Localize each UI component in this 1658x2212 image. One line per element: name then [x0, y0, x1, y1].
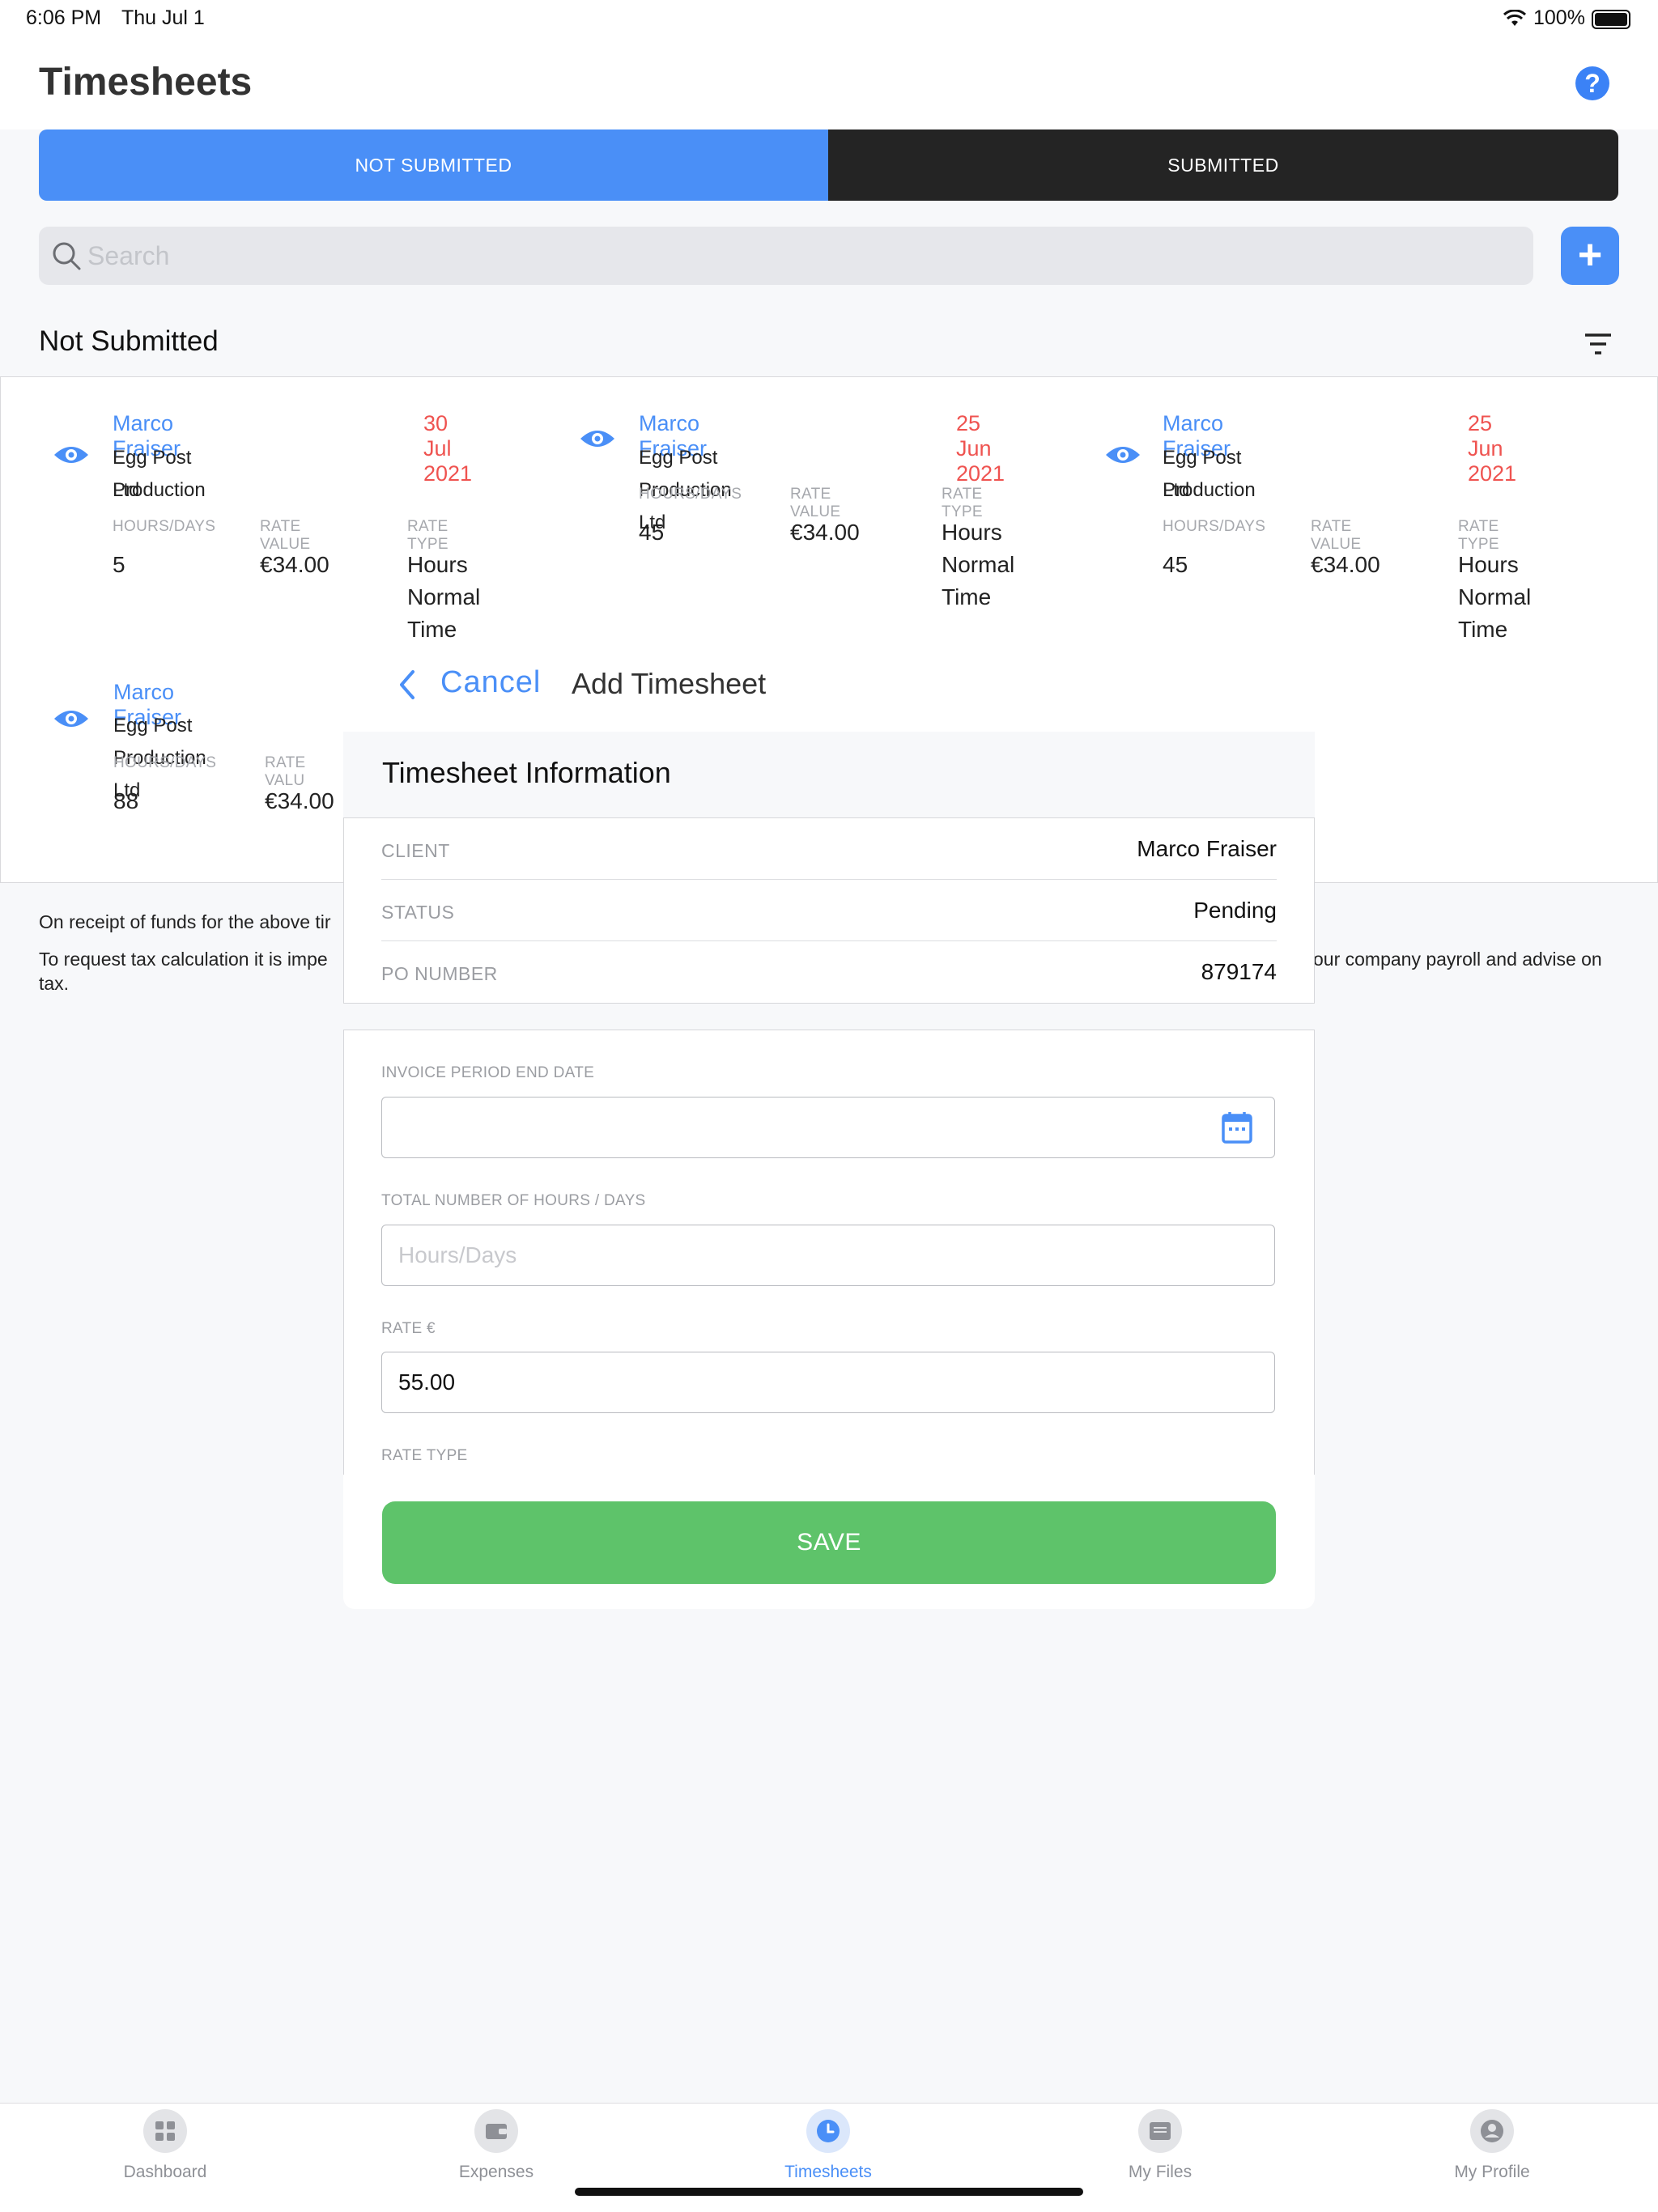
hours-label: HOURS/DAYS: [639, 486, 742, 503]
wifi-icon: [1503, 10, 1527, 26]
search-bar[interactable]: Search: [39, 227, 1533, 285]
rate-value: €34.00: [260, 552, 329, 577]
tab-timesheets[interactable]: Timesheets: [723, 2109, 933, 2182]
rate-type-value: Hours: [407, 552, 468, 577]
client-value: Marco Fraiser: [1137, 836, 1277, 861]
wallet-icon: [474, 2109, 518, 2153]
hours-label: HOURS/DAYS: [1163, 518, 1266, 535]
tab-label: Dashboard: [123, 2163, 207, 2181]
eye-icon[interactable]: [53, 707, 90, 730]
calendar-icon[interactable]: [1221, 1110, 1253, 1144]
invoice-date-label: INVOICE PERIOD END DATE: [381, 1064, 595, 1081]
battery-percent: 100%: [1533, 6, 1585, 29]
rate-value: €34.00: [265, 788, 334, 813]
info-row-po: PO NUMBER 879174: [381, 941, 1277, 1002]
po-value: 879174: [1201, 959, 1277, 984]
eye-icon[interactable]: [53, 444, 90, 466]
add-timesheet-button[interactable]: +: [1561, 227, 1619, 285]
rate-label: RATE €: [381, 1320, 436, 1337]
help-icon[interactable]: ?: [1575, 66, 1609, 100]
page-title: Timesheets: [39, 61, 253, 104]
hours-label: HOURS/DAYS: [113, 754, 217, 771]
hours-label: HOURS/DAYS: [113, 518, 216, 535]
timesheet-info-box: CLIENT Marco Fraiser STATUS Pending PO N…: [343, 817, 1315, 1004]
tab-submitted[interactable]: SUBMITTED: [828, 129, 1618, 201]
filter-icon[interactable]: [1584, 332, 1613, 356]
tab-my-profile[interactable]: My Profile: [1387, 2109, 1597, 2182]
timesheet-date: 25 Jun 2021: [956, 411, 1005, 486]
clock-icon: [806, 2109, 850, 2153]
rate-input[interactable]: 55.00: [381, 1352, 1275, 1413]
tab-label: Timesheets: [784, 2163, 872, 2181]
rate-value: €34.00: [790, 520, 860, 545]
save-button[interactable]: SAVE: [382, 1501, 1276, 1584]
eye-icon[interactable]: [1104, 444, 1141, 466]
rate-type-value: Hours: [1458, 552, 1519, 577]
search-input[interactable]: Search: [87, 241, 169, 271]
files-icon: [1138, 2109, 1182, 2153]
rate-type-label: RATE TYPE: [381, 1447, 468, 1464]
chevron-left-icon[interactable]: [397, 669, 416, 701]
info-title: Timesheet Information: [382, 756, 671, 789]
status-date: Thu Jul 1: [121, 6, 205, 29]
company-name-line2: Ltd: [113, 479, 140, 501]
hours-days-input[interactable]: Hours/Days: [381, 1225, 1275, 1286]
hours-value: 5: [113, 552, 125, 577]
rate-type-value-line2: Normal Time: [1458, 584, 1532, 642]
po-label: PO NUMBER: [381, 963, 498, 984]
note-tax-left: To request tax calculation it is impe: [39, 949, 328, 970]
tab-label: Expenses: [458, 2163, 534, 2181]
hours-days-label: TOTAL NUMBER OF HOURS / DAYS: [381, 1192, 646, 1209]
tab-expenses[interactable]: Expenses: [391, 2109, 602, 2182]
note-tax-right: our company payroll and advise on: [1313, 949, 1602, 970]
tab-dashboard[interactable]: Dashboard: [60, 2109, 270, 2182]
status-time: 6:06 PM: [26, 6, 102, 29]
battery-icon: [1592, 10, 1630, 29]
company-name-line2: Ltd: [1163, 479, 1190, 501]
home-indicator: [575, 2188, 1083, 2196]
dashboard-icon: [143, 2109, 187, 2153]
cancel-button[interactable]: Cancel: [440, 665, 541, 700]
client-label: CLIENT: [381, 840, 450, 861]
timesheet-form: INVOICE PERIOD END DATE TOTAL NUMBER OF …: [343, 1030, 1315, 1475]
timesheet-date: 30 Jul 2021: [423, 411, 473, 486]
eye-icon[interactable]: [579, 427, 616, 450]
profile-icon: [1470, 2109, 1514, 2153]
tab-label: My Profile: [1454, 2163, 1530, 2181]
rate-type-value: Hours: [942, 520, 1002, 545]
tab-my-files[interactable]: My Files: [1055, 2109, 1265, 2182]
invoice-date-field[interactable]: [381, 1097, 1275, 1158]
hours-value: 45: [1163, 552, 1188, 577]
hours-value: 45: [639, 520, 665, 545]
tab-label: My Files: [1128, 2163, 1192, 2181]
timesheet-date: 25 Jun 2021: [1468, 411, 1517, 486]
rate-value: €34.00: [1311, 552, 1380, 577]
rate-type-value-line2: Normal Time: [942, 552, 1015, 609]
status-label: STATUS: [381, 902, 455, 923]
section-title: Not Submitted: [39, 325, 219, 357]
modal-title: Add Timesheet: [572, 667, 767, 700]
status-value: Pending: [1193, 898, 1277, 923]
rate-type-value-line2: Normal Time: [407, 584, 481, 642]
search-icon: [53, 242, 81, 270]
info-row-client: CLIENT Marco Fraiser: [381, 818, 1277, 880]
hours-value: 88: [113, 788, 139, 813]
info-row-status: STATUS Pending: [381, 880, 1277, 941]
tab-not-submitted[interactable]: NOT SUBMITTED: [39, 129, 828, 201]
